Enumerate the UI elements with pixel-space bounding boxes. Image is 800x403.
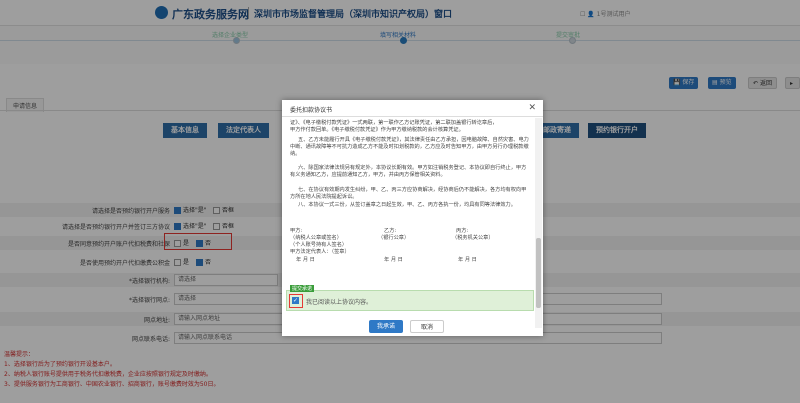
party-b-seal: （银行公章）: [378, 235, 410, 241]
promise-button[interactable]: 我承诺: [369, 320, 403, 333]
agreement-clause-7: 七、在协议有效期内发生纠纷，甲、乙、丙三方应协商解决，经协商后仍不能解决，各方均…: [290, 187, 527, 200]
agreement-confirm-panel: 提交承诺 ✓ 我已阅读以上协议内容。: [286, 285, 534, 311]
commit-tag: 提交承诺: [290, 285, 315, 292]
agreement-line-1: 证》、《电子缴税付款凭证》一式两联，第一联作乙方记账凭证，第二联加盖银行转讫章后…: [290, 120, 498, 126]
modal-scrollbar[interactable]: [535, 118, 542, 328]
party-a-personal: （个人账号持有人签名）: [290, 242, 348, 248]
party-c-label: 丙方:: [456, 228, 469, 234]
party-a-date: 年 月 日: [296, 257, 315, 263]
party-a-seal: （纳税人公章或签名）: [290, 235, 342, 241]
agreement-modal: 委托扣款协议书 ✕ 证》、《电子缴税付款凭证》一式两联，第一联作乙方记账凭证，第…: [282, 100, 543, 336]
party-b-label: 乙方:: [384, 228, 397, 234]
cancel-button[interactable]: 取消: [410, 320, 444, 333]
agree-checkbox[interactable]: ✓: [292, 297, 299, 304]
party-c-date: 年 月 日: [458, 257, 477, 263]
party-a-label: 甲方:: [290, 228, 303, 234]
agreement-clause-6: 六、除国家法律法规另有规定外，本协议长期有效。甲方如注销税务登记、本协议即自行终…: [290, 165, 527, 178]
modal-divider: [282, 116, 543, 117]
agree-text: 我已阅读以上协议内容。: [306, 299, 373, 306]
agreement-line-2: 甲方作付款回单。《电子缴税付款凭证》作为甲方缴纳税款的会计核算凭证。: [290, 127, 464, 133]
agreement-clause-5: 五、乙方未能履行开具《电子缴税付款凭证》，其法律责任由乙方承担，因电脑故障、自然…: [290, 137, 529, 157]
close-icon[interactable]: ✕: [528, 103, 536, 113]
party-c-seal: （税务机关公章）: [452, 235, 494, 241]
party-b-date: 年 月 日: [384, 257, 403, 263]
modal-title: 委托扣款协议书: [290, 107, 333, 114]
party-a-representative: 甲方法定代表人：（签章）: [290, 249, 350, 255]
agreement-clause-8: 八、本协议一式三份，从签订盖章之日起生效，甲、乙、丙方各执一份，均具有同等法律效…: [298, 202, 516, 208]
scrollbar-thumb[interactable]: [536, 238, 541, 308]
agreement-content[interactable]: 证》、《电子缴税付款凭证》一式两联，第一联作乙方记账凭证，第二联加盖银行转讫章后…: [286, 118, 534, 283]
